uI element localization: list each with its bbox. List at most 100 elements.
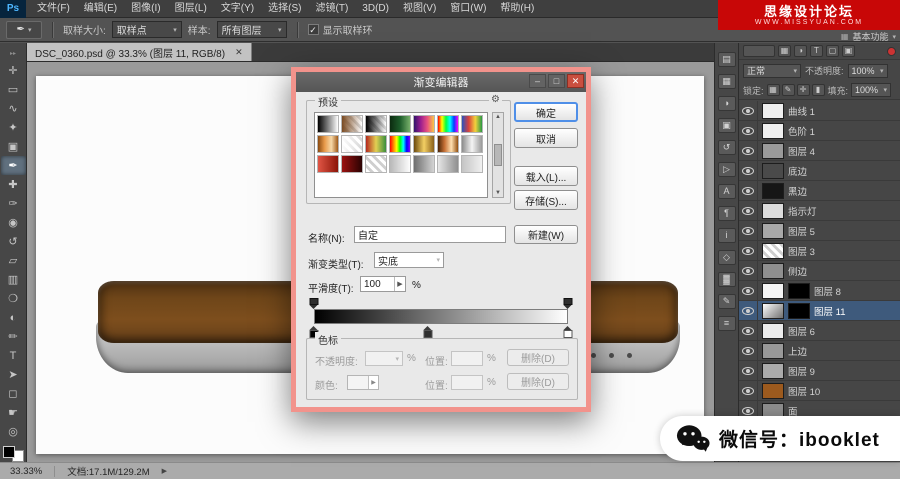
layer-name[interactable]: 黑边 — [788, 184, 807, 198]
minimize-icon[interactable]: – — [529, 74, 546, 88]
maximize-icon[interactable]: □ — [548, 74, 565, 88]
menu-item[interactable]: 窗口(W) — [443, 0, 493, 17]
zoom-level[interactable]: 33.33% — [10, 466, 42, 477]
menu-item[interactable]: 帮助(H) — [493, 0, 541, 17]
lock-position-icon[interactable]: ✛ — [797, 84, 810, 96]
paragraph-panel-icon[interactable]: ¶ — [718, 206, 736, 221]
gradient-preset-swatch[interactable] — [341, 115, 363, 133]
layer-row[interactable]: 侧边 — [739, 261, 900, 281]
gradient-preset-swatch[interactable] — [461, 135, 483, 153]
crop-tool[interactable]: ▣ — [1, 137, 26, 156]
color-panel-icon[interactable]: ▤ — [718, 52, 736, 67]
layer-row[interactable]: 上边 — [739, 341, 900, 361]
layer-thumbnail[interactable] — [762, 143, 784, 159]
layer-thumbnail[interactable] — [762, 343, 784, 359]
rectangular-marquee-tool[interactable]: ▭ — [1, 80, 26, 99]
smoothness-input[interactable]: 100 ▶ — [360, 276, 406, 292]
info-panel-icon[interactable]: i — [718, 228, 736, 243]
layer-row[interactable]: 底边 — [739, 161, 900, 181]
layer-visibility-toggle[interactable] — [739, 381, 758, 400]
layer-name[interactable]: 色阶 1 — [788, 124, 815, 138]
eyedropper-tool[interactable]: ✒ — [1, 156, 26, 175]
layer-visibility-toggle[interactable] — [739, 281, 758, 300]
scroll-down-icon[interactable]: ▼ — [495, 190, 501, 196]
layer-thumbnail[interactable] — [762, 263, 784, 279]
menu-item[interactable]: 文字(Y) — [214, 0, 261, 17]
layer-name[interactable]: 底边 — [788, 164, 807, 178]
gradient-preset-swatch[interactable] — [365, 155, 387, 173]
gradient-preset-swatch[interactable] — [437, 155, 459, 173]
layer-visibility-toggle[interactable] — [739, 161, 758, 180]
layer-visibility-toggle[interactable] — [739, 341, 758, 360]
blend-mode-dropdown[interactable]: 正常▾ — [743, 64, 801, 78]
layer-visibility-toggle[interactable] — [739, 241, 758, 260]
layer-row[interactable]: 色阶 1 — [739, 121, 900, 141]
layer-mask-thumbnail[interactable] — [788, 303, 810, 319]
layer-name[interactable]: 图层 10 — [788, 384, 820, 398]
layer-name[interactable]: 图层 9 — [788, 364, 815, 378]
layer-row[interactable]: 图层 4 — [739, 141, 900, 161]
layer-mask-thumbnail[interactable] — [788, 283, 810, 299]
filter-switch-icon[interactable] — [887, 47, 896, 56]
layer-name[interactable]: 图层 8 — [814, 284, 841, 298]
workspace-switcher[interactable]: ▦ 基本功能 ▾ — [841, 30, 896, 43]
blur-tool[interactable]: ❍ — [1, 289, 26, 308]
color-stop[interactable] — [564, 326, 573, 338]
filter-adjustment-layers-icon[interactable]: ◑ — [794, 45, 807, 57]
gradient-preset-swatch[interactable] — [317, 115, 339, 133]
foreground-color-swatch[interactable] — [3, 446, 15, 458]
menu-item[interactable]: 3D(D) — [355, 0, 396, 17]
gradient-preset-swatch[interactable] — [413, 135, 435, 153]
layer-visibility-toggle[interactable] — [739, 321, 758, 340]
gradient-preset-swatch[interactable] — [317, 155, 339, 173]
layer-row[interactable]: 图层 9 — [739, 361, 900, 381]
layer-thumbnail[interactable] — [762, 103, 784, 119]
clone-stamp-tool[interactable]: ◉ — [1, 213, 26, 232]
move-tool[interactable]: ✛ — [1, 61, 26, 80]
layer-thumbnail[interactable] — [762, 363, 784, 379]
filter-type-layers-icon[interactable]: T — [810, 45, 823, 57]
layer-row[interactable]: 图层 6 — [739, 321, 900, 341]
ok-button[interactable]: 确定 — [514, 102, 578, 122]
gradient-preset-swatch[interactable] — [413, 155, 435, 173]
menu-item[interactable]: 图层(L) — [168, 0, 214, 17]
dodge-tool[interactable]: ◐ — [1, 308, 26, 327]
gradient-preset-swatch[interactable] — [365, 115, 387, 133]
layer-visibility-toggle[interactable] — [739, 101, 758, 120]
lock-image-pixels-icon[interactable]: ✎ — [782, 84, 795, 96]
panel-grip-icon[interactable]: ▸▸ — [10, 51, 16, 57]
gradient-preset-swatch[interactable] — [389, 135, 411, 153]
gradient-preset-swatch[interactable] — [365, 135, 387, 153]
layer-name[interactable]: 上边 — [788, 344, 807, 358]
quick-selection-tool[interactable]: ✦ — [1, 118, 26, 137]
load-button[interactable]: 载入(L)... — [514, 166, 578, 186]
gradient-preview-bar[interactable] — [314, 309, 568, 324]
gradient-name-input[interactable] — [354, 226, 506, 243]
scroll-up-icon[interactable]: ▲ — [495, 114, 501, 120]
layer-name[interactable]: 侧边 — [788, 264, 807, 278]
layer-thumbnail[interactable] — [762, 223, 784, 239]
styles-panel-icon[interactable]: ▣ — [718, 118, 736, 133]
sample-size-dropdown[interactable]: 取样点▾ — [112, 21, 182, 38]
preset-scrollbar[interactable]: ▲ ▼ — [492, 112, 504, 198]
layer-row[interactable]: 曲线 1 — [739, 101, 900, 121]
layer-thumbnail[interactable] — [762, 383, 784, 399]
horizontal-type-tool[interactable]: T — [1, 346, 26, 365]
cancel-button[interactable]: 取消 — [514, 128, 578, 148]
dialog-title-bar[interactable]: 渐变编辑器 – □ ✕ — [296, 72, 586, 92]
delete-opacity-stop-button[interactable]: 删除(D) — [507, 349, 569, 366]
layer-thumbnail[interactable] — [762, 123, 784, 139]
show-sampling-ring-checkbox[interactable]: ✓ 显示取样环 — [308, 22, 373, 37]
gradient-preset-swatch[interactable] — [413, 115, 435, 133]
menu-item[interactable]: 编辑(E) — [77, 0, 124, 17]
gear-icon[interactable]: ⚙ — [489, 94, 502, 105]
layer-thumbnail[interactable] — [762, 163, 784, 179]
layer-row[interactable]: 图层 11 — [739, 301, 900, 321]
layer-name[interactable]: 图层 6 — [788, 324, 815, 338]
layer-row[interactable]: 图层 8 — [739, 281, 900, 301]
layer-row[interactable]: 图层 5 — [739, 221, 900, 241]
character-panel-icon[interactable]: A — [718, 184, 736, 199]
opacity-dropdown[interactable]: 100%▾ — [848, 64, 888, 78]
lock-all-icon[interactable]: ▮ — [812, 84, 825, 96]
histogram-panel-icon[interactable]: ▓ — [718, 272, 736, 287]
